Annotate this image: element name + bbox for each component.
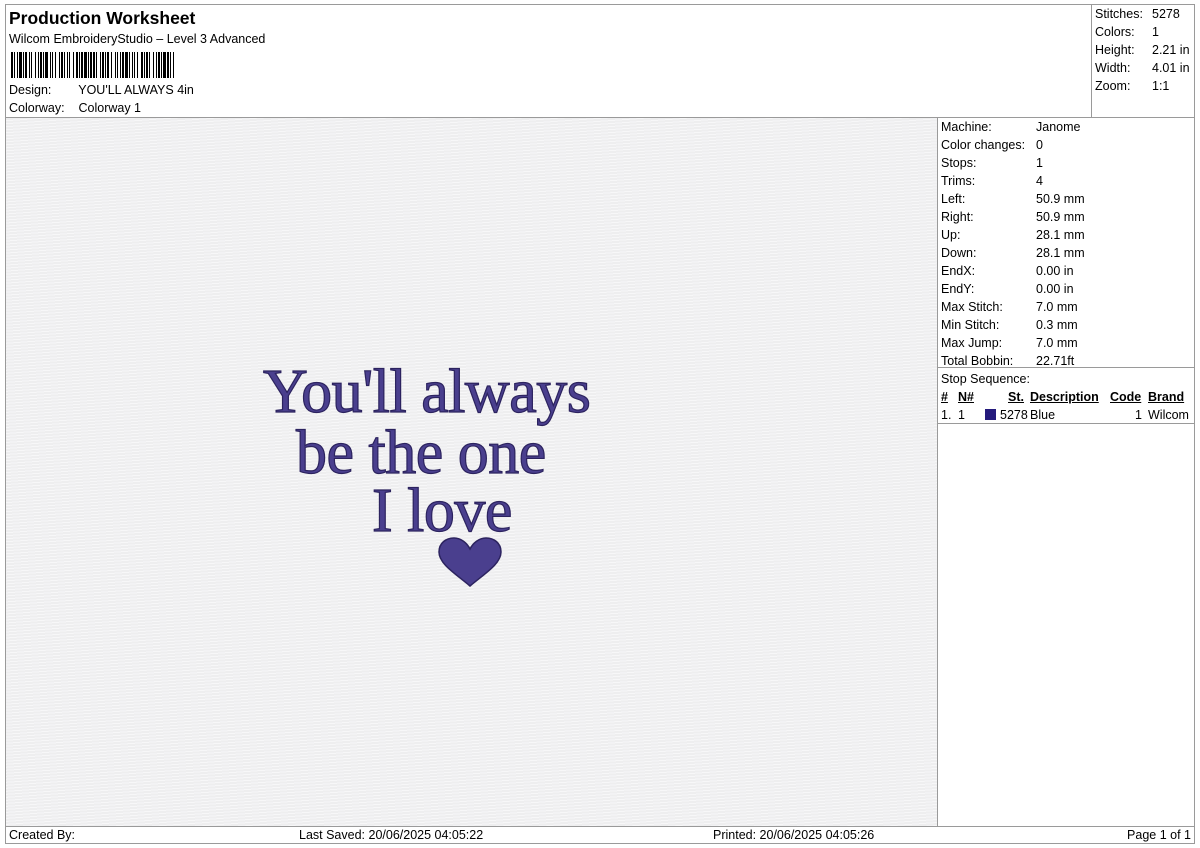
colorway-value: Colorway 1 [78, 101, 142, 115]
detail-max-stitch: Max Stitch: 7.0 mm [941, 300, 1078, 314]
stat-stitches: Stitches: 5278 [1095, 7, 1180, 21]
design-value: YOU'LL ALWAYS 4in [78, 83, 194, 97]
detail-total-bobbin: Total Bobbin: 22.71ft [941, 354, 1075, 368]
design-label: Design: [9, 83, 52, 97]
row-code: 1 [1135, 408, 1142, 422]
detail-endy: EndY: 0.00 in [941, 282, 1074, 296]
stat-width: Width: 4.01 in [1095, 61, 1190, 75]
design-row: Design: YOU'LL ALWAYS 4in [9, 83, 194, 97]
detail-color-changes: Color changes: 0 [941, 138, 1043, 152]
worksheet-header: Production Worksheet Wilcom EmbroiderySt… [6, 5, 1092, 118]
colorway-row: Colorway: Colorway 1 [9, 101, 141, 115]
col-header-brand: Brand [1148, 390, 1185, 404]
detail-left: Left: 50.9 mm [941, 192, 1085, 206]
col-header-needle: N# [958, 390, 974, 404]
page-title: Production Worksheet [9, 8, 196, 28]
row-needle: 1 [958, 408, 965, 422]
design-preview: You'll always be the one I love [6, 118, 938, 826]
software-name: Wilcom EmbroideryStudio – Level 3 Advanc… [9, 32, 266, 46]
col-header-stitches: St. [1008, 390, 1024, 404]
stop-sequence-title: Stop Sequence: [941, 372, 1030, 386]
stat-zoom: Zoom: 1:1 [1095, 79, 1170, 93]
detail-min-stitch: Min Stitch: 0.3 mm [941, 318, 1078, 332]
page-number: Page 1 of 1 [1127, 828, 1191, 842]
row-brand: Wilcom [1148, 408, 1189, 422]
created-by: Created By: [9, 828, 76, 842]
detail-trims: Trims: 4 [941, 174, 1043, 188]
divider [938, 423, 1194, 424]
detail-stops: Stops: 1 [941, 156, 1043, 170]
detail-down: Down: 28.1 mm [941, 246, 1085, 260]
detail-machine: Machine: Janome [941, 120, 1081, 134]
embroidery-design: You'll always be the one I love [262, 357, 591, 587]
detail-endx: EndX: 0.00 in [941, 264, 1074, 278]
row-index: 1. [941, 408, 952, 422]
row-stitches: 5278 [1000, 408, 1028, 422]
stat-colors: Colors: 1 [1095, 25, 1159, 39]
thread-color-swatch [985, 409, 996, 420]
design-line-3: I love [372, 477, 512, 545]
detail-max-jump: Max Jump: 7.0 mm [941, 336, 1078, 350]
heart-icon [438, 537, 502, 587]
divider [938, 367, 1194, 368]
stats-panel: Stitches: 5278 Colors: 1 Height: 2.21 in Wi… [1092, 5, 1194, 118]
details-panel: Machine: Janome Color changes: 0 Stops: 1 T… [938, 118, 1194, 826]
col-header-index: # [941, 390, 948, 404]
production-worksheet: Production Worksheet Wilcom EmbroiderySt… [5, 4, 1195, 844]
col-header-code: Code [1110, 390, 1142, 404]
detail-up: Up: 28.1 mm [941, 228, 1085, 242]
colorway-label: Colorway: [9, 101, 65, 115]
col-header-description: Description [1030, 390, 1099, 404]
detail-right: Right: 50.9 mm [941, 210, 1085, 224]
printed-date: Printed: 20/06/2025 04:05:26 [713, 828, 875, 842]
worksheet-footer: Created By: Last Saved: 20/06/2025 04:05… [6, 826, 1194, 843]
stat-height: Height: 2.21 in [1095, 43, 1190, 57]
barcode-icon [11, 52, 283, 78]
last-saved: Last Saved: 20/06/2025 04:05:22 [299, 828, 484, 842]
design-line-1: You'll always [263, 358, 590, 426]
row-description: Blue [1030, 408, 1056, 422]
